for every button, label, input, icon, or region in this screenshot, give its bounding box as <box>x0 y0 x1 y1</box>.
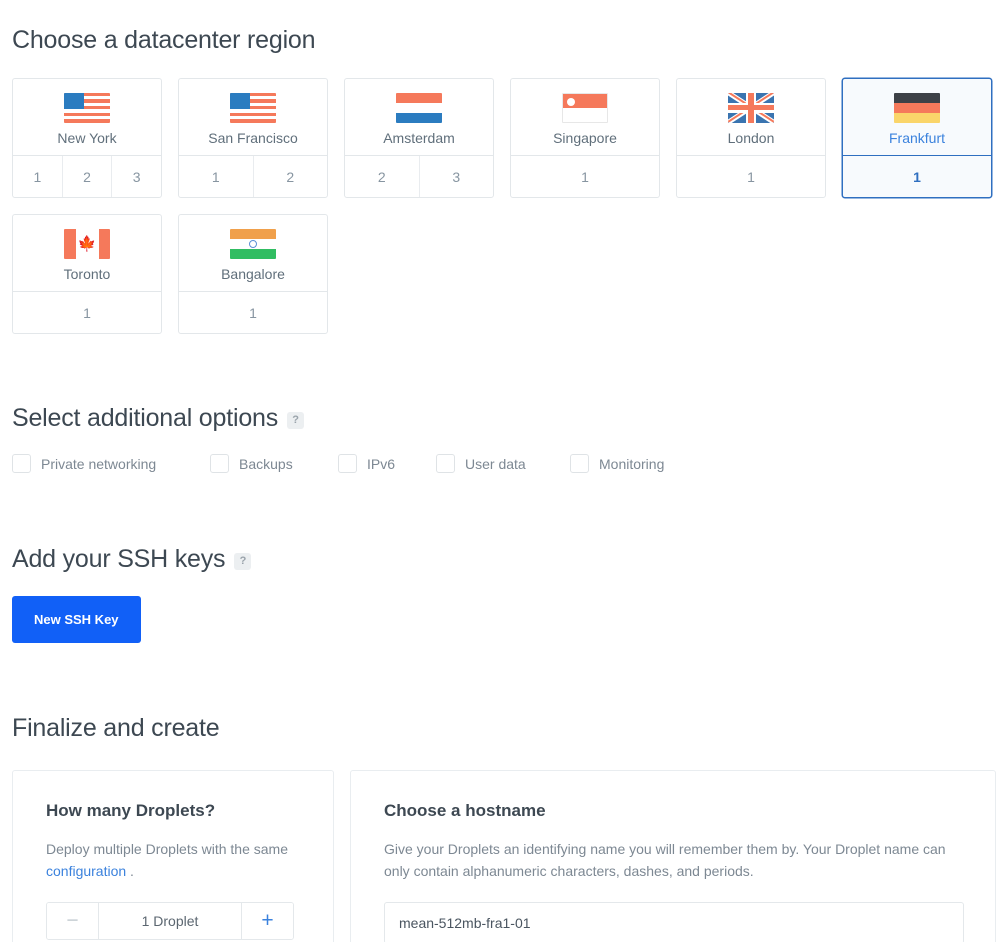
new-ssh-key-button[interactable]: New SSH Key <box>12 596 141 643</box>
ca-flag-icon: 🍁 <box>64 228 110 259</box>
ssh-section-title: Add your SSH keys ? <box>12 545 996 574</box>
checkbox-monitoring[interactable] <box>570 454 589 473</box>
option-label: User data <box>465 455 526 472</box>
checkbox-user-data[interactable] <box>436 454 455 473</box>
region-card-san-francisco[interactable]: San Francisco 1 2 <box>178 78 328 198</box>
option-monitoring[interactable]: Monitoring <box>570 454 664 473</box>
region-card-header: New York <box>13 79 161 155</box>
region-card-header: 🍁 Toronto <box>13 215 161 291</box>
region-card-frankfurt[interactable]: Frankfurt 1 <box>842 78 992 198</box>
region-slot-selected[interactable]: 1 <box>843 156 991 197</box>
additional-options-row: Private networking Backups IPv6 User dat… <box>12 454 996 473</box>
region-name-label: Amsterdam <box>383 129 455 146</box>
region-slot-list: 1 2 <box>179 155 327 197</box>
option-private-networking[interactable]: Private networking <box>12 454 210 473</box>
region-card-toronto[interactable]: 🍁 Toronto 1 <box>12 214 162 334</box>
option-label: Backups <box>239 455 293 472</box>
region-slot[interactable]: 3 <box>418 156 494 197</box>
region-card-header: San Francisco <box>179 79 327 155</box>
ssh-section-title-text: Add your SSH keys <box>12 545 226 573</box>
region-name-label: New York <box>57 129 117 146</box>
region-slot[interactable]: 1 <box>511 156 659 197</box>
region-slot-list: 1 <box>179 291 327 333</box>
uk-flag-icon <box>728 92 774 123</box>
region-name-label: Bangalore <box>221 265 285 282</box>
region-slot[interactable]: 1 <box>179 292 327 333</box>
checkbox-backups[interactable] <box>210 454 229 473</box>
region-card-header: Frankfurt <box>843 79 991 155</box>
option-label: Monitoring <box>599 455 665 472</box>
region-card-header: Bangalore <box>179 215 327 291</box>
region-card-bangalore[interactable]: Bangalore 1 <box>178 214 328 334</box>
options-section-title: Select additional options ? <box>12 404 996 433</box>
region-slot[interactable]: 1 <box>179 156 253 197</box>
option-label: IPv6 <box>367 455 396 472</box>
finalize-section-title-text: Finalize and create <box>12 714 220 742</box>
region-slot[interactable]: 1 <box>13 156 62 197</box>
in-flag-icon <box>230 228 276 259</box>
region-name-label: Toronto <box>63 265 111 282</box>
finalize-section-title: Finalize and create <box>12 714 996 743</box>
options-section-title-text: Select additional options <box>12 404 279 432</box>
nl-flag-icon <box>396 92 442 123</box>
droplet-count-value: 1 Droplet <box>141 912 199 929</box>
region-slot-list: 1 <box>511 155 659 197</box>
region-card-header: Amsterdam <box>345 79 493 155</box>
increment-button[interactable]: + <box>241 902 293 939</box>
region-slot-list: 1 <box>677 155 825 197</box>
create-droplet-page: Choose a datacenter region New York 1 2 … <box>0 0 1008 942</box>
sg-flag-icon <box>562 92 608 123</box>
region-name-label: Singapore <box>553 129 617 146</box>
finalize-cards-row: How many Droplets? Deploy multiple Dropl… <box>12 770 996 942</box>
region-slot[interactable]: 2 <box>252 156 328 197</box>
droplet-desc-after: . <box>126 863 134 880</box>
hostname-card: Choose a hostname Give your Droplets an … <box>350 770 996 942</box>
droplet-desc-before: Deploy multiple Droplets with the same <box>46 841 288 857</box>
region-card-london[interactable]: London 1 <box>676 78 826 198</box>
option-ipv6[interactable]: IPv6 <box>338 454 436 473</box>
hostname-title: Choose a hostname <box>384 801 546 820</box>
region-name-label: Frankfurt <box>888 129 945 146</box>
checkbox-private-networking[interactable] <box>12 454 31 473</box>
droplet-count-card: How many Droplets? Deploy multiple Dropl… <box>12 770 334 942</box>
us-flag-icon <box>230 92 276 123</box>
configuration-link[interactable]: configuration <box>46 863 126 879</box>
region-slot-list: 2 3 <box>345 155 493 197</box>
region-name-label: London <box>727 129 775 146</box>
help-icon[interactable]: ? <box>234 553 252 570</box>
region-card-amsterdam[interactable]: Amsterdam 2 3 <box>344 78 494 198</box>
option-backups[interactable]: Backups <box>210 454 338 473</box>
checkbox-ipv6[interactable] <box>338 454 357 473</box>
region-card-singapore[interactable]: Singapore 1 <box>510 78 660 198</box>
region-card-header: London <box>677 79 825 155</box>
hostname-description: Give your Droplets an identifying name y… <box>384 841 946 880</box>
us-flag-icon <box>64 92 110 123</box>
region-slot[interactable]: 3 <box>111 156 161 197</box>
region-card-new-york[interactable]: New York 1 2 3 <box>12 78 162 198</box>
hostname-input[interactable] <box>384 901 964 942</box>
region-slot-list: 1 <box>843 155 991 197</box>
region-slot-list: 1 2 3 <box>13 155 161 197</box>
droplet-count-description: Deploy multiple Droplets with the same c… <box>46 838 300 883</box>
region-slot[interactable]: 1 <box>677 156 825 197</box>
option-label: Private networking <box>41 455 157 472</box>
decrement-button[interactable]: − <box>47 902 99 939</box>
de-flag-icon <box>894 92 940 123</box>
region-slot[interactable]: 2 <box>345 156 419 197</box>
region-section-title: Choose a datacenter region <box>12 0 996 55</box>
region-slot[interactable]: 1 <box>13 292 161 333</box>
droplet-count-title: How many Droplets? <box>46 801 216 820</box>
help-icon[interactable]: ? <box>287 412 305 429</box>
droplet-quantity-stepper: − 1 Droplet + <box>46 901 294 940</box>
region-name-label: San Francisco <box>208 129 298 146</box>
region-card-header: Singapore <box>511 79 659 155</box>
region-slot-list: 1 <box>13 291 161 333</box>
region-slot[interactable]: 2 <box>61 156 112 197</box>
option-user-data[interactable]: User data <box>436 454 570 473</box>
region-grid: New York 1 2 3 San Francisco 1 2 Amsterd… <box>12 78 996 334</box>
region-section-title-text: Choose a datacenter region <box>12 26 316 54</box>
